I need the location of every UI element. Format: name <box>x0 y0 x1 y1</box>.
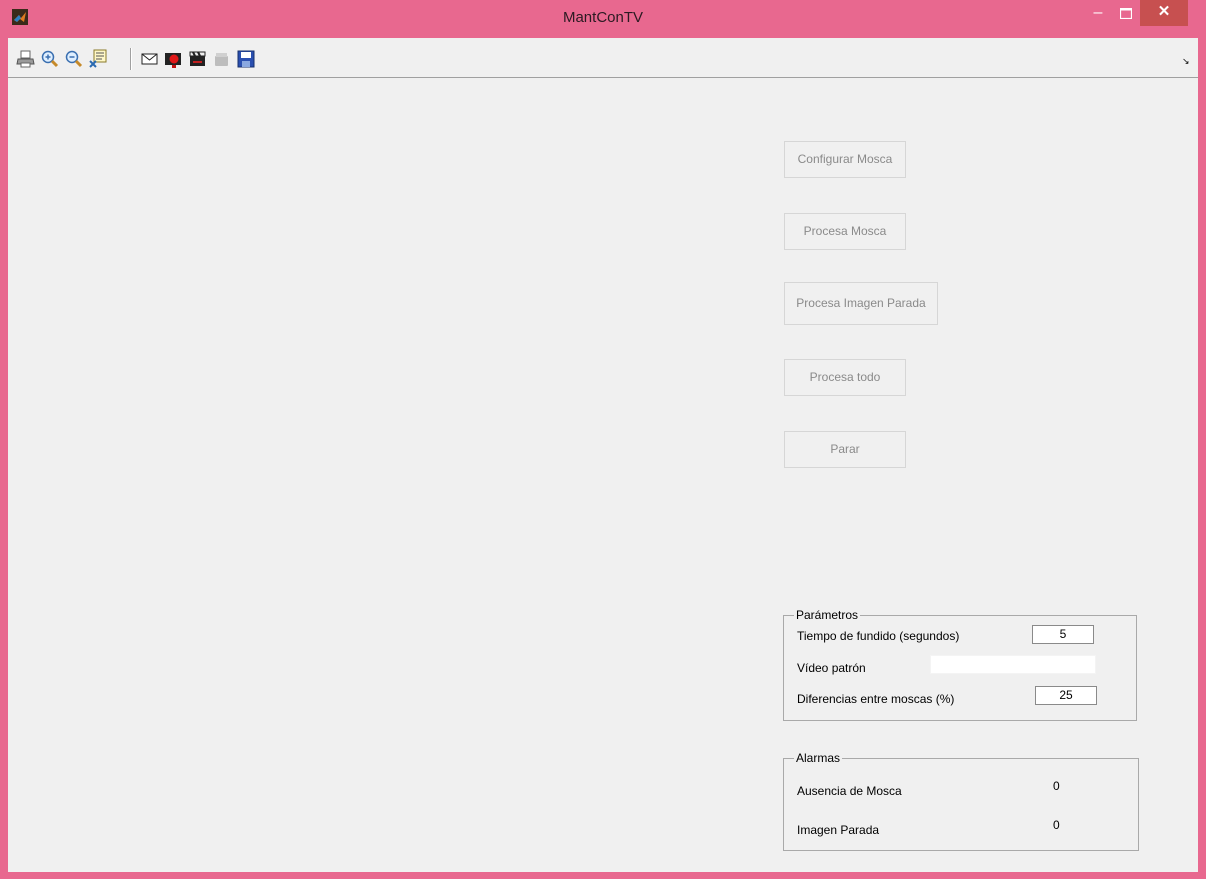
diferencias-field[interactable]: 25 <box>1035 686 1097 705</box>
zoom-out-icon[interactable] <box>64 49 84 69</box>
maximize-button[interactable] <box>1113 2 1139 30</box>
title-bar[interactable]: MantConTV – ✕ <box>0 0 1206 38</box>
procesa-imagen-parada-button[interactable]: Procesa Imagen Parada <box>784 282 938 325</box>
minimize-button[interactable]: – <box>1086 4 1110 32</box>
parametros-panel-title: Parámetros <box>794 608 861 622</box>
ausencia-mosca-label: Ausencia de Mosca <box>797 784 902 798</box>
record-icon[interactable] <box>164 49 184 69</box>
zoom-in-icon[interactable] <box>40 49 60 69</box>
maximize-icon <box>1119 7 1133 20</box>
window-title: MantConTV <box>562 9 644 26</box>
alarmas-panel: Alarmas Ausencia de Mosca 0 Imagen Parad… <box>783 751 1139 851</box>
configurar-mosca-button[interactable]: Configurar Mosca <box>784 141 906 178</box>
imagen-parada-value: 0 <box>1053 818 1060 832</box>
save-icon[interactable] <box>236 49 256 69</box>
clapperboard-icon[interactable] <box>188 49 208 69</box>
figure-toolbar: ↘ <box>8 38 1198 78</box>
procesa-mosca-button[interactable]: Procesa Mosca <box>784 213 906 250</box>
app-window: MantConTV – ✕ ↘ Configurar Mosca Procesa… <box>0 0 1206 879</box>
ausencia-mosca-value: 0 <box>1053 779 1060 793</box>
close-button[interactable]: ✕ <box>1140 0 1188 26</box>
toolbar-separator <box>130 48 132 70</box>
tiempo-fundido-field[interactable]: 5 <box>1032 625 1094 644</box>
toolbar-overflow-icon[interactable]: ↘ <box>1182 56 1190 67</box>
diferencias-label: Diferencias entre moscas (%) <box>797 692 955 706</box>
alarmas-panel-title: Alarmas <box>794 751 843 765</box>
mail-icon[interactable] <box>140 49 160 69</box>
parametros-panel: Parámetros Tiempo de fundido (segundos) … <box>783 608 1137 721</box>
clear-icon[interactable] <box>212 49 232 69</box>
video-patron-field[interactable] <box>930 655 1096 674</box>
imagen-parada-label: Imagen Parada <box>797 823 880 837</box>
figure-area: ↘ Configurar Mosca Procesa Mosca Procesa… <box>8 38 1198 872</box>
tiempo-fundido-label: Tiempo de fundido (segundos) <box>797 629 960 643</box>
print-icon[interactable] <box>16 49 36 69</box>
data-cursor-icon[interactable] <box>88 49 108 69</box>
procesa-todo-button[interactable]: Procesa todo <box>784 359 906 396</box>
parar-button[interactable]: Parar <box>784 431 906 468</box>
video-patron-label: Vídeo patrón <box>797 661 866 675</box>
